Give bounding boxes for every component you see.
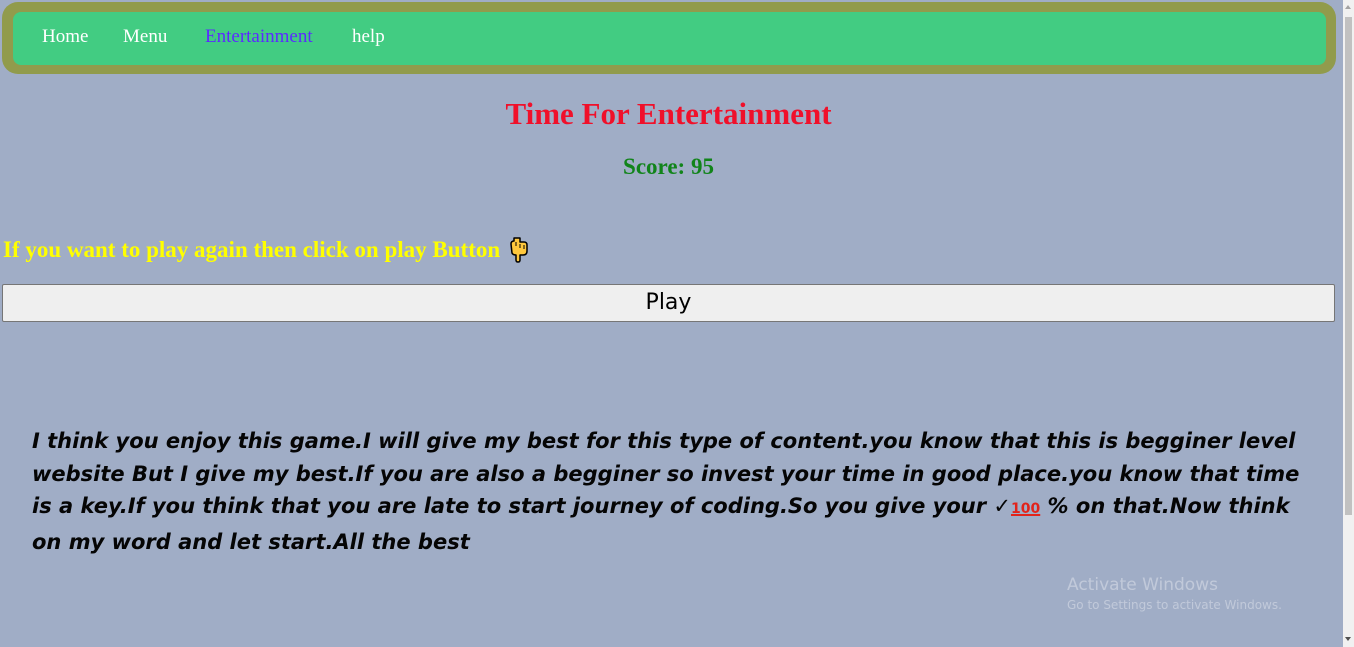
page: Home Menu Entertainment help Time For En… bbox=[0, 0, 1343, 647]
page-title: Time For Entertainment bbox=[505, 96, 832, 131]
watermark-title: Activate Windows bbox=[1067, 575, 1218, 595]
check-mark-icon: ✓ bbox=[993, 494, 1011, 518]
play-again-prompt-text: If you want to play again then click on … bbox=[3, 237, 501, 262]
nav-link-entertainment[interactable]: Entertainment bbox=[205, 26, 313, 48]
scroll-down-arrow-icon[interactable] bbox=[1345, 637, 1351, 641]
play-again-prompt: If you want to play again then click on … bbox=[3, 236, 530, 264]
navbar: Home Menu Entertainment help bbox=[2, 2, 1336, 74]
score-display: Score: 95 bbox=[623, 154, 714, 179]
nav-link-menu[interactable]: Menu bbox=[123, 26, 167, 48]
windows-activation-watermark: Activate Windows Go to Settings to activ… bbox=[1067, 575, 1282, 612]
nav-link-home[interactable]: Home bbox=[42, 26, 88, 48]
watermark-subtitle: Go to Settings to activate Windows. bbox=[1067, 598, 1282, 612]
hundred-points-icon: 100 bbox=[1011, 501, 1041, 517]
pointing-down-hand-icon bbox=[508, 236, 530, 264]
scroll-up-arrow-icon[interactable] bbox=[1345, 5, 1351, 9]
nav-link-help[interactable]: help bbox=[352, 26, 385, 48]
navbar-inner: Home Menu Entertainment help bbox=[13, 12, 1326, 65]
play-button[interactable]: Play bbox=[2, 284, 1335, 322]
message-paragraph: I think you enjoy this game.I will give … bbox=[32, 425, 1300, 558]
vertical-scrollbar[interactable] bbox=[1343, 0, 1354, 647]
scrollbar-thumb[interactable] bbox=[1345, 17, 1352, 515]
